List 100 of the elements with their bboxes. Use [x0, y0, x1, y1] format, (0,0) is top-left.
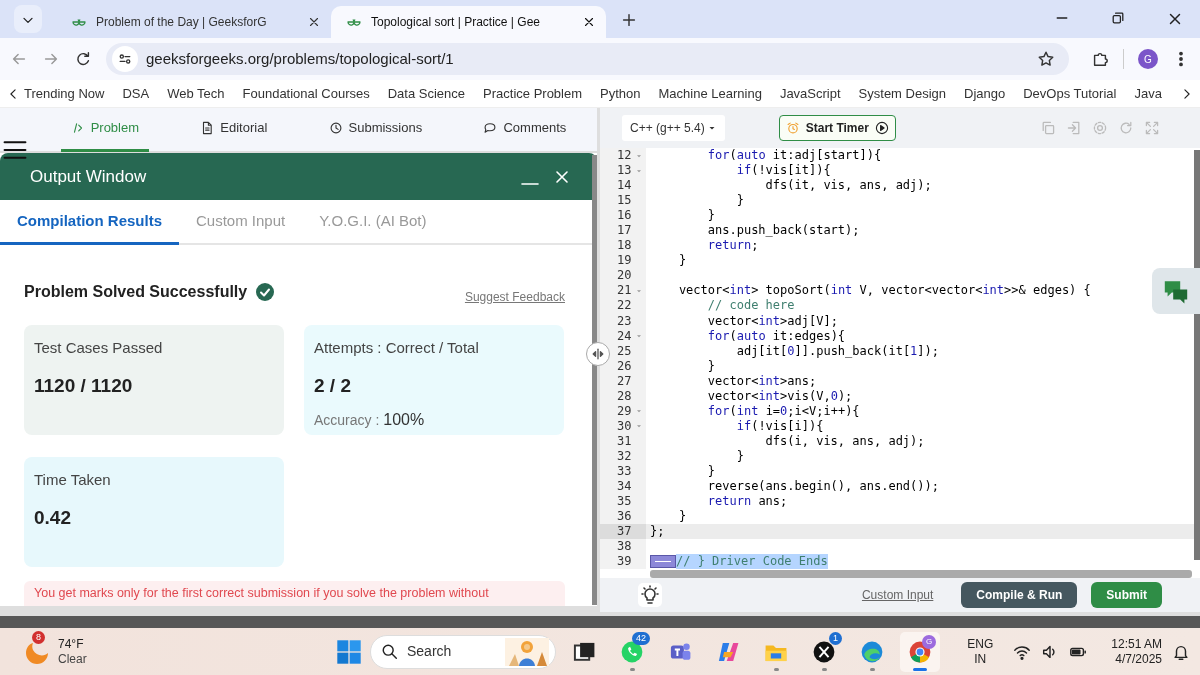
site-settings-icon[interactable] [117, 51, 133, 67]
code-line: } [735, 193, 744, 209]
nav-link[interactable]: Trending Now [24, 83, 105, 104]
search-icon [381, 642, 399, 661]
fold-widget-icon[interactable] [650, 555, 676, 569]
code-line: dfs(it, vis, ans, adj); [764, 178, 932, 194]
stat-label: Time Taken [34, 470, 112, 490]
document-icon [200, 121, 215, 135]
nav-link[interactable]: Python [600, 83, 641, 104]
language-select[interactable]: C++ (g++ 5.4) [622, 115, 725, 141]
lightbulb-icon[interactable] [640, 585, 660, 606]
code-line: if(!vis[it]){ [735, 163, 831, 179]
tab-title: Topological sort | Practice | Gee [371, 14, 541, 31]
line-number: 22 [617, 298, 633, 314]
code-line: reverse(ans.begin(), ans.end()); [706, 479, 939, 495]
feedback-link[interactable]: Suggest Feedback [464, 288, 565, 306]
problem-tab[interactable]: Submissions [318, 107, 433, 152]
profile-avatar[interactable]: G [1138, 49, 1158, 69]
taskbar-app[interactable]: 42 [612, 631, 652, 672]
line-number: 39 [617, 554, 633, 570]
extensions-icon[interactable] [1091, 50, 1109, 68]
code-line: } [706, 464, 716, 479]
line-number: 25 [617, 343, 633, 359]
stat-label: Attempts : Correct / Total [314, 338, 480, 358]
code-line: return; [706, 238, 759, 254]
search-field[interactable]: Search [370, 634, 556, 669]
nav-link[interactable]: System Design [858, 83, 946, 104]
browser-tab[interactable]: Topological sort | Practice | Gee [331, 6, 606, 38]
nav-link[interactable]: Java [1134, 83, 1162, 104]
region-text[interactable]: IN [967, 651, 994, 667]
start-timer-button[interactable]: Start Timer [778, 115, 896, 141]
clock-time[interactable]: 12:51 AM [1111, 636, 1162, 652]
line-number: 15 [617, 193, 633, 209]
line-number: 32 [617, 448, 633, 464]
code-line: for(int i=0;i<V;i++){ [706, 403, 860, 419]
stat-value: 0.42 [34, 505, 72, 530]
notification-badge: 1 [829, 631, 842, 645]
weather-condition: Clear [58, 651, 87, 667]
stat-label: Test Cases Passed [34, 338, 164, 358]
scrollbar[interactable] [650, 570, 1192, 578]
nav-link[interactable]: DevOps Tutorial [1023, 83, 1117, 104]
nav-link[interactable]: Foundational Courses [242, 83, 370, 104]
line-number: 19 [617, 253, 633, 269]
scrollbar[interactable] [592, 155, 597, 605]
reload-icon[interactable] [74, 50, 92, 68]
resize-icon [590, 346, 606, 362]
nav-link[interactable]: Machine Learning [658, 83, 762, 104]
code-line: }; [649, 524, 665, 540]
close-icon[interactable] [307, 15, 321, 29]
nav-link[interactable]: Web Tech [167, 83, 225, 104]
output-tab[interactable]: Compilation Results [0, 200, 179, 245]
browser-tab[interactable]: Problem of the Day | GeeksforG [56, 6, 331, 38]
clock-icon [328, 121, 343, 135]
line-number: 16 [617, 208, 633, 224]
line-number: 24 [617, 328, 633, 344]
compile-run-button[interactable]: Compile & Run [961, 582, 1078, 608]
nav-link[interactable]: JavaScript [779, 83, 841, 104]
window-title: Output Window [30, 165, 148, 188]
close-icon[interactable] [582, 15, 596, 29]
stat-value: 1120 / 1120 [34, 373, 134, 398]
language-text[interactable]: ENG [967, 636, 994, 652]
nav-link[interactable]: Data Science [387, 83, 466, 104]
address-bar[interactable]: geeksforgeeks.org/problems/topological-sort/1 [106, 43, 1069, 75]
code-line: vector<int>adj[V]; [706, 313, 838, 329]
line-number: 35 [617, 494, 633, 510]
code-line: dfs(i, vis, ans, adj); [764, 433, 925, 449]
line-number: 37 [617, 524, 633, 540]
start-icon[interactable] [336, 638, 362, 665]
success-check-icon [255, 282, 276, 302]
line-number: 33 [617, 464, 633, 479]
line-number: 29 [617, 403, 633, 419]
url-text: geeksforgeeks.org/problems/topological-sort/1 [146, 48, 455, 69]
code-line: ans.push_back(start); [706, 223, 860, 239]
star-icon[interactable] [1037, 50, 1055, 68]
taskbar-app[interactable]: G [900, 631, 940, 672]
submit-button[interactable]: Submit [1091, 582, 1162, 608]
line-number: 28 [617, 388, 633, 404]
code-line: vector<int>ans; [706, 373, 817, 389]
line-number: 27 [617, 373, 633, 389]
scrollbar[interactable] [0, 616, 1200, 628]
profile-badge: G [922, 634, 936, 649]
line-number: 12 [617, 148, 633, 163]
code-line: } [706, 208, 716, 224]
line-number: 21 [617, 283, 633, 299]
problem-tab[interactable]: Comments [473, 107, 577, 152]
problem-tab[interactable]: Editorial [190, 107, 278, 152]
nav-link[interactable]: Django [964, 83, 1006, 104]
clock-date[interactable]: 4/7/2025 [1111, 651, 1162, 667]
chat-button[interactable] [1152, 268, 1200, 314]
line-number: 38 [617, 539, 633, 555]
restore-icon[interactable] [1110, 10, 1126, 26]
taskbar-app[interactable]: 1 [804, 631, 844, 672]
nav-link[interactable]: Practice Problem [483, 83, 583, 104]
custom-input-link[interactable]: Custom Input [861, 586, 934, 604]
line-number: 34 [617, 479, 633, 495]
line-number: 26 [617, 358, 633, 374]
nav-link[interactable]: DSA [122, 83, 150, 104]
code-line: } [677, 253, 687, 269]
comment-icon [483, 121, 498, 135]
line-number: 20 [617, 268, 633, 284]
